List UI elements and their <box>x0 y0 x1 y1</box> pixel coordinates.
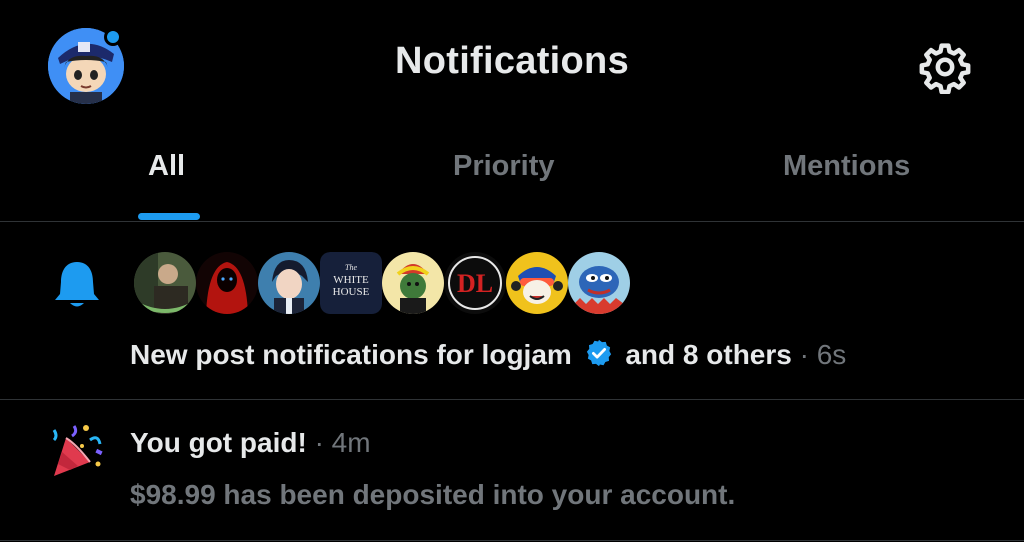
divider <box>0 399 1024 400</box>
avatar-white-house[interactable]: The WHITE HOUSE <box>320 252 382 314</box>
bell-icon <box>52 258 102 310</box>
settings-button[interactable] <box>918 40 972 95</box>
notification-text: New post notifications for logjam and 8 … <box>130 338 846 371</box>
party-popper-icon <box>46 420 108 480</box>
avatar-pepe[interactable] <box>568 252 630 314</box>
svg-text:The: The <box>345 263 357 272</box>
separator-dot: · <box>314 427 324 458</box>
tab-all[interactable]: All <box>148 150 185 183</box>
avatar-3[interactable] <box>258 252 320 314</box>
notification-title-text: You got paid! <box>130 427 307 458</box>
tab-priority[interactable]: Priority <box>453 150 555 183</box>
notification-time: 6s <box>816 339 847 370</box>
notification-text-prefix: New post notifications for logjam <box>130 339 572 370</box>
avatar-7[interactable] <box>506 252 568 314</box>
avatar-5[interactable] <box>382 252 444 314</box>
top-bar: Notifications <box>0 0 1024 130</box>
divider <box>0 540 1024 541</box>
svg-text:DL: DL <box>457 269 493 298</box>
active-tab-indicator <box>138 213 200 220</box>
notification-text-suffix: and 8 others <box>625 339 792 370</box>
avatar-2[interactable] <box>196 252 258 314</box>
tab-mentions[interactable]: Mentions <box>783 150 910 183</box>
separator-dot: · <box>799 339 809 370</box>
gear-icon <box>919 43 971 95</box>
notification-title: You got paid! · 4m <box>130 427 371 459</box>
page-title: Notifications <box>394 40 629 82</box>
notification-time: 4m <box>331 427 371 458</box>
divider <box>0 221 1024 222</box>
avatar-1[interactable] <box>134 252 196 314</box>
notification-body: $98.99 has been deposited into your acco… <box>130 479 736 510</box>
avatar-dl[interactable]: DL <box>444 252 506 314</box>
tab-bar: All Priority Mentions <box>0 130 1024 221</box>
verified-badge-icon <box>586 339 611 367</box>
svg-text:HOUSE: HOUSE <box>333 286 370 298</box>
svg-text:WHITE: WHITE <box>333 274 369 286</box>
